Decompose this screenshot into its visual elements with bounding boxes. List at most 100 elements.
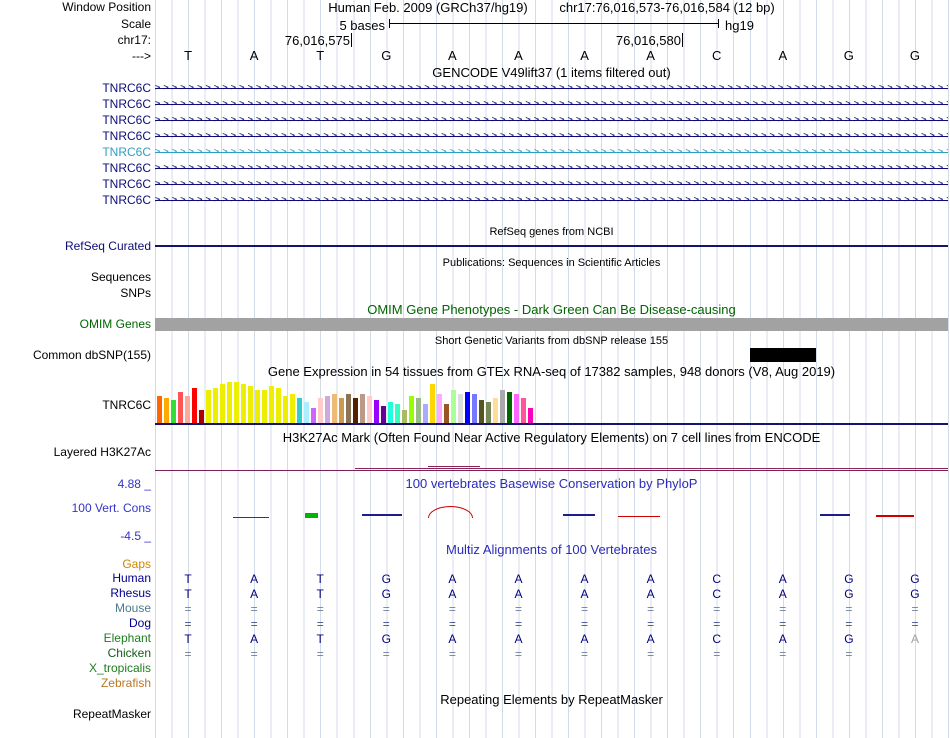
- gtex-bar[interactable]: [262, 390, 267, 424]
- gtex-bar[interactable]: [178, 392, 183, 424]
- alignment-cell: =: [713, 617, 721, 631]
- h3k27ac-signal-peak[interactable]: [428, 466, 480, 467]
- species-label-mouse[interactable]: Mouse: [0, 602, 151, 615]
- transcript-7[interactable]: >>>>>>>>>>>>>>>>>>>>>>>>>>>>>>>>>>>>>>>>…: [155, 176, 948, 192]
- sequences-track-label[interactable]: Sequences: [0, 271, 151, 284]
- gtex-bar[interactable]: [402, 410, 407, 424]
- transcript-8[interactable]: >>>>>>>>>>>>>>>>>>>>>>>>>>>>>>>>>>>>>>>>…: [155, 192, 948, 208]
- gtex-bar[interactable]: [374, 400, 379, 424]
- gene-label[interactable]: TNRC6C: [0, 162, 151, 175]
- refseq-curated-label[interactable]: RefSeq Curated: [0, 240, 151, 253]
- gtex-bar[interactable]: [430, 384, 435, 424]
- gtex-bar[interactable]: [283, 396, 288, 424]
- gtex-bar[interactable]: [171, 400, 176, 424]
- gtex-bar[interactable]: [444, 404, 449, 424]
- gene-label[interactable]: TNRC6C: [0, 114, 151, 127]
- species-label-zebrafish[interactable]: Zebrafish: [0, 677, 151, 690]
- gtex-bar[interactable]: [493, 398, 498, 424]
- transcript-1[interactable]: >>>>>>>>>>>>>>>>>>>>>>>>>>>>>>>>>>>>>>>>…: [155, 80, 948, 96]
- gtex-bar[interactable]: [220, 384, 225, 424]
- gtex-bar[interactable]: [514, 394, 519, 424]
- gtex-bar[interactable]: [388, 402, 393, 424]
- gtex-bar[interactable]: [304, 402, 309, 424]
- gtex-bar[interactable]: [206, 390, 211, 424]
- gtex-bar[interactable]: [332, 394, 337, 424]
- gene-label[interactable]: TNRC6C: [0, 82, 151, 95]
- base-letter: A: [646, 48, 655, 63]
- gtex-gene-label[interactable]: TNRC6C: [0, 399, 151, 412]
- gtex-bar[interactable]: [381, 406, 386, 424]
- gtex-bar[interactable]: [311, 408, 316, 424]
- gtex-expression-chart[interactable]: [157, 381, 535, 424]
- common-dbsnp-label[interactable]: Common dbSNP(155): [0, 349, 151, 362]
- transcript-6[interactable]: >>>>>>>>>>>>>>>>>>>>>>>>>>>>>>>>>>>>>>>>…: [155, 160, 948, 176]
- gtex-bar[interactable]: [367, 396, 372, 424]
- gaps-label[interactable]: Gaps: [0, 558, 151, 571]
- repeatmasker-label[interactable]: RepeatMasker: [0, 708, 151, 721]
- gtex-bar[interactable]: [465, 392, 470, 424]
- gtex-bar[interactable]: [521, 398, 526, 424]
- gtex-bar[interactable]: [290, 394, 295, 424]
- transcript-5[interactable]: >>>>>>>>>>>>>>>>>>>>>>>>>>>>>>>>>>>>>>>>…: [155, 144, 948, 160]
- gtex-bar[interactable]: [234, 382, 239, 424]
- gtex-bar[interactable]: [157, 396, 162, 424]
- gtex-bar[interactable]: [507, 392, 512, 424]
- gtex-bar[interactable]: [255, 390, 260, 424]
- gtex-bar[interactable]: [199, 410, 204, 424]
- transcript-2[interactable]: >>>>>>>>>>>>>>>>>>>>>>>>>>>>>>>>>>>>>>>>…: [155, 96, 948, 112]
- species-label-chicken[interactable]: Chicken: [0, 647, 151, 660]
- gtex-bar[interactable]: [416, 398, 421, 424]
- transcript-3[interactable]: >>>>>>>>>>>>>>>>>>>>>>>>>>>>>>>>>>>>>>>>…: [155, 112, 948, 128]
- gtex-bar[interactable]: [472, 394, 477, 424]
- gtex-bar[interactable]: [297, 398, 302, 424]
- gtex-bar[interactable]: [276, 388, 281, 424]
- species-label-human[interactable]: Human: [0, 572, 151, 585]
- snps-track-label[interactable]: SNPs: [0, 287, 151, 300]
- gtex-bar[interactable]: [192, 388, 197, 424]
- gtex-bar[interactable]: [318, 398, 323, 424]
- gtex-bar[interactable]: [185, 396, 190, 424]
- gtex-bar[interactable]: [437, 394, 442, 424]
- gtex-bar[interactable]: [164, 398, 169, 424]
- species-label-dog[interactable]: Dog: [0, 617, 151, 630]
- scale-label[interactable]: Scale: [0, 18, 151, 31]
- gtex-bar[interactable]: [528, 408, 533, 424]
- gtex-bar[interactable]: [241, 384, 246, 424]
- gene-label[interactable]: TNRC6C: [0, 178, 151, 191]
- gtex-bar[interactable]: [423, 404, 428, 424]
- gtex-bar[interactable]: [395, 404, 400, 424]
- gtex-bar[interactable]: [500, 390, 505, 424]
- omim-genes-label[interactable]: OMIM Genes: [0, 318, 151, 331]
- gtex-bar[interactable]: [451, 390, 456, 424]
- dbsnp-variant-feature[interactable]: [750, 348, 816, 362]
- gtex-bar[interactable]: [353, 398, 358, 424]
- gtex-bar[interactable]: [346, 394, 351, 424]
- species-label-rhesus[interactable]: Rhesus: [0, 587, 151, 600]
- gtex-bar[interactable]: [325, 396, 330, 424]
- gtex-bar[interactable]: [339, 398, 344, 424]
- h3k27ac-signal-raised[interactable]: [355, 468, 948, 469]
- gtex-bar[interactable]: [409, 396, 414, 424]
- gtex-bar[interactable]: [486, 402, 491, 424]
- alignment-cell: T: [316, 572, 324, 586]
- gtex-bar[interactable]: [227, 382, 232, 424]
- gtex-bar[interactable]: [458, 394, 463, 424]
- gene-label[interactable]: TNRC6C: [0, 146, 151, 159]
- gene-label[interactable]: TNRC6C: [0, 98, 151, 111]
- gtex-bar[interactable]: [269, 386, 274, 424]
- position-header: Human Feb. 2009 (GRCh37/hg19) chr17:76,0…: [155, 1, 948, 15]
- gtex-bar[interactable]: [213, 388, 218, 424]
- gtex-bar[interactable]: [479, 400, 484, 424]
- gtex-bar[interactable]: [248, 386, 253, 424]
- species-label-x_tropicalis[interactable]: X_tropicalis: [0, 662, 151, 675]
- vert-cons-label[interactable]: 100 Vert. Cons: [0, 502, 151, 515]
- h3k27ac-signal-base[interactable]: [155, 470, 948, 471]
- gtex-bar[interactable]: [360, 394, 365, 424]
- layered-h3k27ac-label[interactable]: Layered H3K27Ac: [0, 446, 151, 459]
- refseq-curated-feature[interactable]: [155, 245, 948, 247]
- gene-label[interactable]: TNRC6C: [0, 194, 151, 207]
- gene-label[interactable]: TNRC6C: [0, 130, 151, 143]
- transcript-4[interactable]: >>>>>>>>>>>>>>>>>>>>>>>>>>>>>>>>>>>>>>>>…: [155, 128, 948, 144]
- species-label-elephant[interactable]: Elephant: [0, 632, 151, 645]
- omim-gene-feature[interactable]: [155, 318, 948, 331]
